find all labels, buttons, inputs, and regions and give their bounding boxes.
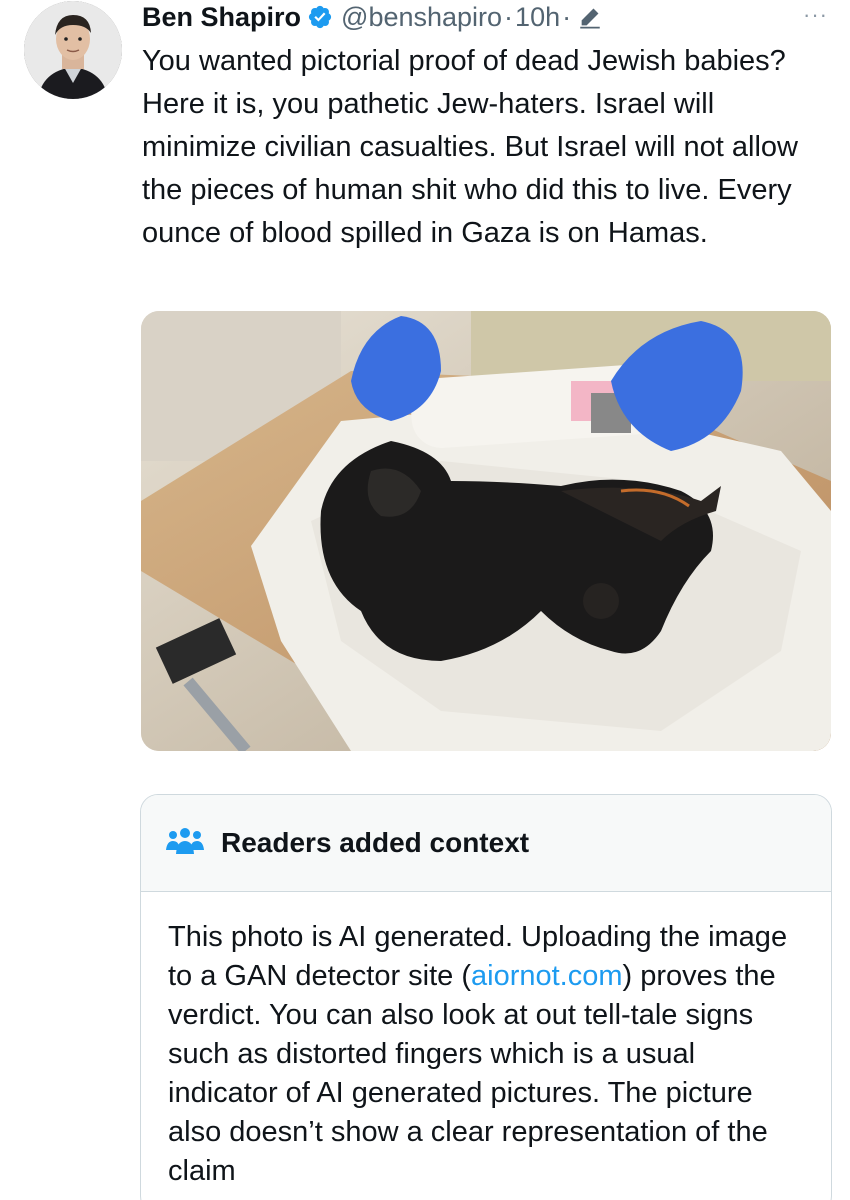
more-dots-icon[interactable]: ··· <box>803 4 828 26</box>
community-note-title: Readers added context <box>221 827 530 858</box>
verified-badge-icon <box>307 4 333 30</box>
timestamp[interactable]: 10h <box>515 2 560 33</box>
separator-dot: · <box>504 1 514 32</box>
tweet-header: Ben Shapiro @benshapiro · 10h · <box>142 0 603 34</box>
edit-pencil-icon[interactable] <box>577 4 603 30</box>
separator-dot-2: · <box>562 1 572 32</box>
tweet-media[interactable] <box>141 311 831 751</box>
avatar[interactable] <box>24 1 122 99</box>
tweet[interactable]: Ben Shapiro @benshapiro · 10h · ··· You … <box>0 0 850 1200</box>
community-note[interactable]: Readers added context This photo is AI g… <box>140 794 832 1200</box>
community-note-header: Readers added context <box>141 795 831 892</box>
tweet-photo <box>141 311 831 751</box>
note-text-part-2: ) proves the verdict. You can also look … <box>168 960 776 1187</box>
community-note-body: This photo is AI generated. Uploading th… <box>141 892 831 1191</box>
tweet-text: You wanted pictorial proof of dead Jewis… <box>142 45 798 249</box>
avatar-image <box>24 1 122 99</box>
community-notes-icon <box>165 826 205 860</box>
author-name[interactable]: Ben Shapiro <box>142 2 301 33</box>
note-link[interactable]: aiornot.com <box>471 960 623 992</box>
author-handle[interactable]: @benshapiro <box>341 2 502 33</box>
